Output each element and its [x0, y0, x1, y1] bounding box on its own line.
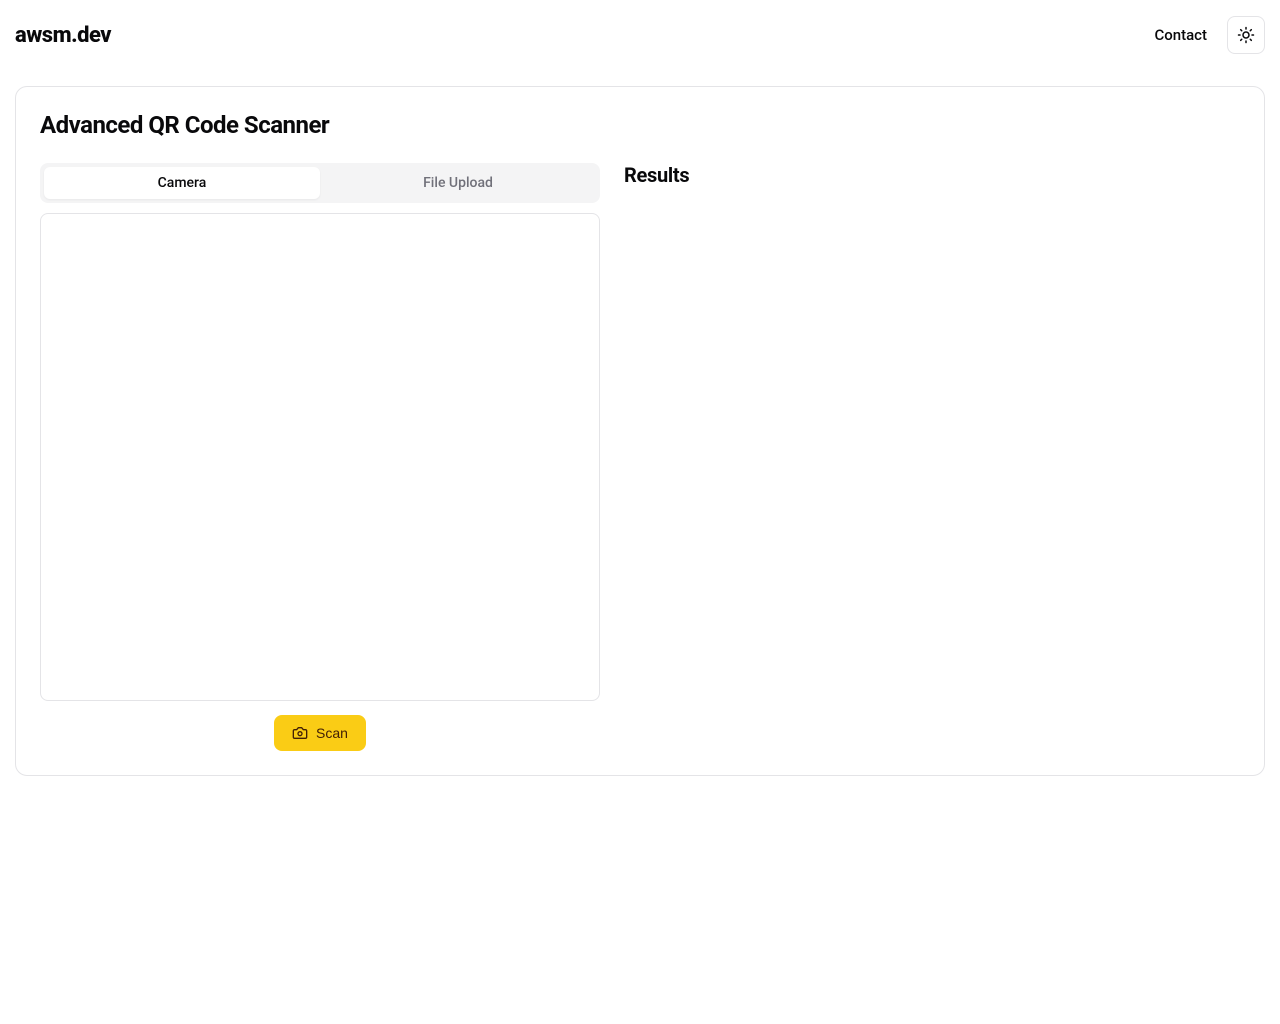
tab-camera[interactable]: Camera — [44, 167, 320, 199]
contact-link[interactable]: Contact — [1154, 26, 1207, 44]
app-header: awsm.dev Contact — [0, 0, 1280, 70]
input-mode-tabs: Camera File Upload — [40, 163, 600, 203]
content-area: Camera File Upload Scan Results — [40, 163, 1240, 751]
results-panel: Results — [624, 163, 1240, 751]
scanner-panel: Camera File Upload Scan — [40, 163, 600, 751]
scan-button-wrap: Scan — [40, 715, 600, 751]
theme-toggle-button[interactable] — [1227, 16, 1265, 54]
results-title: Results — [624, 163, 1240, 187]
scan-button-label: Scan — [316, 725, 348, 741]
sun-icon — [1237, 26, 1255, 44]
main-card: Advanced QR Code Scanner Camera File Upl… — [15, 86, 1265, 776]
header-right: Contact — [1154, 16, 1265, 54]
camera-icon — [292, 725, 308, 741]
camera-preview — [40, 213, 600, 701]
page-title: Advanced QR Code Scanner — [40, 111, 1240, 139]
tab-file-upload[interactable]: File Upload — [320, 167, 596, 199]
scan-button[interactable]: Scan — [274, 715, 366, 751]
site-logo[interactable]: awsm.dev — [15, 23, 111, 48]
